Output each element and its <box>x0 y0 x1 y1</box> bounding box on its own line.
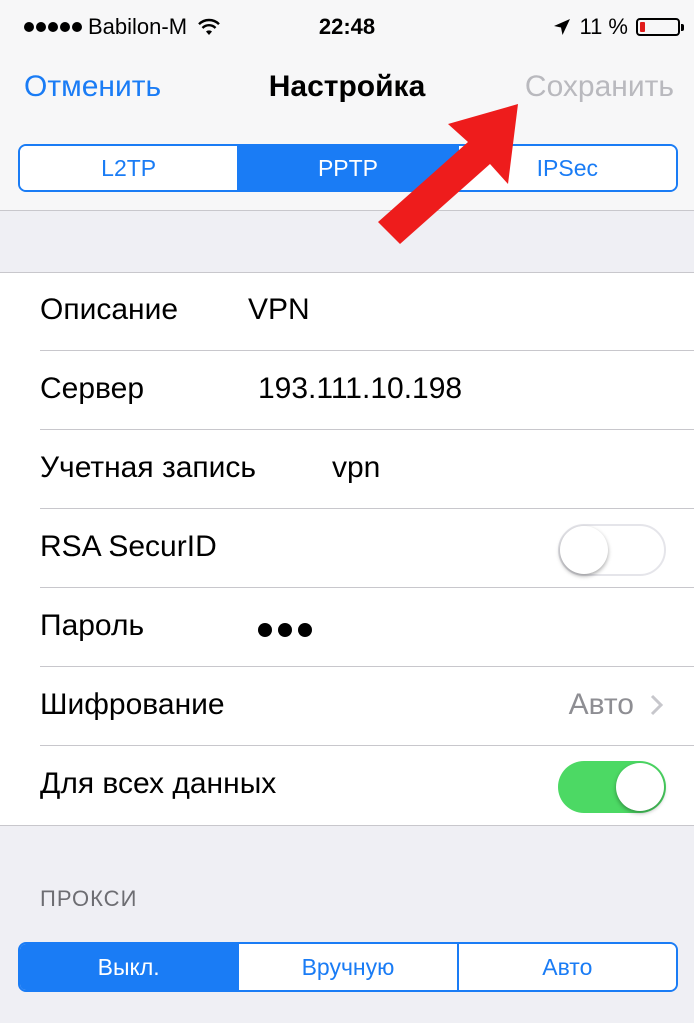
password-label: Пароль <box>40 609 145 642</box>
server-value[interactable]: 193.111.10.198 <box>258 372 462 406</box>
encryption-value: Авто <box>568 688 634 721</box>
description-row[interactable]: Описание VPN <box>0 273 694 351</box>
battery-group: 11 % <box>553 14 684 40</box>
navigation-bar: Отменить Настройка Сохранить <box>0 56 694 127</box>
save-button[interactable]: Сохранить <box>525 70 674 104</box>
proxy-section-header: ПРОКСИ <box>40 886 138 911</box>
description-label: Описание <box>40 293 179 326</box>
send-all-toggle[interactable] <box>558 761 666 813</box>
rsa-label: RSA SecurID <box>40 530 217 563</box>
segment-l2tp[interactable]: L2TP <box>20 146 240 190</box>
battery-icon <box>636 18 684 36</box>
proxy-auto-segment[interactable]: Авто <box>458 944 676 990</box>
encryption-label: Шифрование <box>40 688 225 721</box>
status-bar: Babilon-M 22:48 11 % <box>0 0 694 56</box>
send-all-label: Для всех данных <box>40 767 277 800</box>
proxy-off-segment[interactable]: Выкл. <box>20 944 240 990</box>
proxy-manual-segment[interactable]: Вручную <box>239 944 459 990</box>
chevron-right-icon <box>650 694 664 716</box>
vpn-type-segmented-control: L2TP PPTP IPSec <box>18 144 678 192</box>
battery-percent: 11 % <box>579 14 628 39</box>
account-label: Учетная запись <box>40 451 257 484</box>
account-row[interactable]: Учетная запись vpn <box>0 431 694 509</box>
password-row[interactable]: Пароль <box>0 589 694 667</box>
server-label: Сервер <box>40 372 145 405</box>
location-arrow-icon <box>554 19 571 35</box>
proxy-segmented-control: Выкл. Вручную Авто <box>18 942 678 992</box>
rsa-row: RSA SecurID <box>0 510 694 588</box>
rsa-toggle[interactable] <box>558 524 666 576</box>
send-all-row: Для всех данных <box>0 747 694 825</box>
vpn-type-area: L2TP PPTP IPSec <box>0 126 694 211</box>
vpn-settings-group: Описание VPN Сервер 193.111.10.198 Учетн… <box>0 272 694 826</box>
password-field[interactable] <box>258 623 312 637</box>
account-value[interactable]: vpn <box>332 451 380 485</box>
annotation-arrow-icon <box>378 104 518 244</box>
encryption-value-group: Авто <box>569 688 664 722</box>
encryption-row[interactable]: Шифрование Авто <box>0 668 694 746</box>
description-value[interactable]: VPN <box>248 293 310 327</box>
server-row[interactable]: Сервер 193.111.10.198 <box>0 352 694 430</box>
